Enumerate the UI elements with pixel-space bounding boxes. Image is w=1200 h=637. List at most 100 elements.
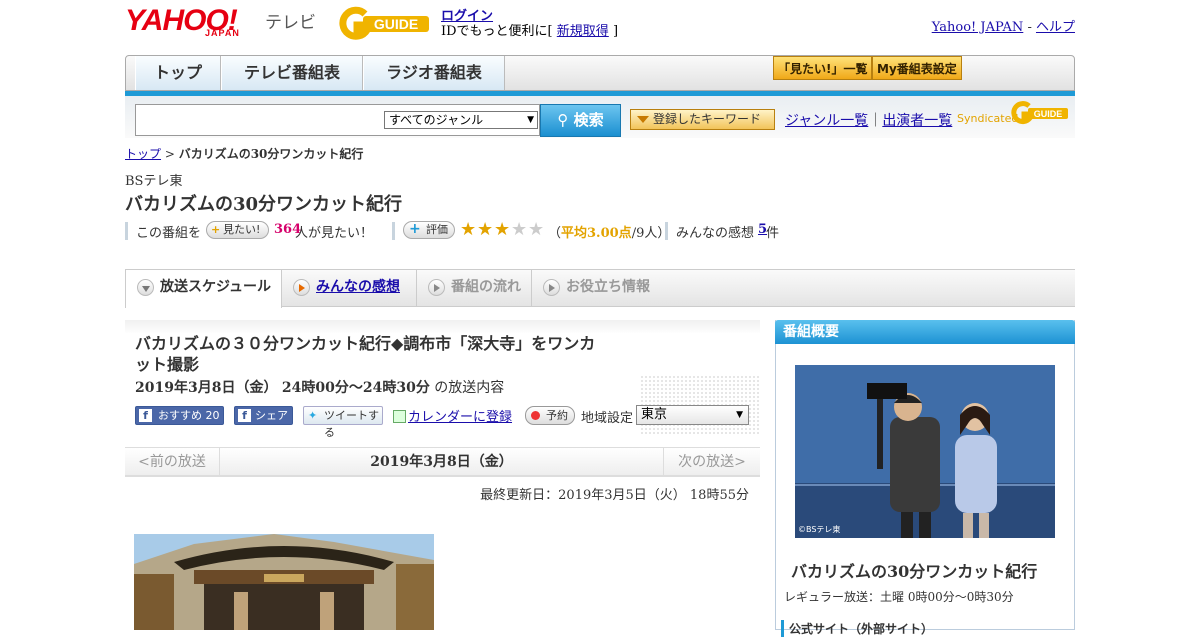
chevron-down-icon: ▼ xyxy=(527,115,534,125)
recommend-count: 20 xyxy=(205,409,220,422)
page-title: バカリズムの30分ワンカット紀行 xyxy=(125,194,403,215)
plus-icon: + xyxy=(409,221,421,237)
next-broadcast-link[interactable]: 次の放送> xyxy=(663,448,760,476)
play-arrow-icon xyxy=(543,279,560,296)
play-arrow-icon xyxy=(293,279,310,296)
chevron-down-icon xyxy=(137,279,154,296)
calendar-register[interactable]: カレンダーに登録 xyxy=(393,406,512,425)
play-arrow-icon xyxy=(428,279,445,296)
top-links-dash: - xyxy=(1023,20,1036,35)
breadcrumb-top-link[interactable]: トップ xyxy=(125,147,161,161)
divider xyxy=(665,222,668,240)
login-sub-suffix: ] xyxy=(612,24,619,39)
episode-suffix: の放送内容 xyxy=(434,380,505,396)
tab-schedule-label: 放送スケジュール xyxy=(160,279,272,295)
tab-reviews[interactable]: みんなの感想 xyxy=(282,270,417,307)
nav-tab-tv-schedule[interactable]: テレビ番組表 xyxy=(221,56,363,90)
tweet-label: ツイートする xyxy=(324,409,379,439)
gguide-logo-text: GUIDE xyxy=(374,16,418,32)
regular-broadcast-info: レギュラー放送：土曜 0時00分～0時30分 xyxy=(784,590,1014,604)
episode-panel: バカリズムの３０分ワンカット紀行◆調布市「深大寺」をワンカット撮影 2019年3… xyxy=(125,320,760,443)
gguide-syndicated-logo: GUIDE xyxy=(1011,101,1068,124)
divider xyxy=(392,222,395,240)
gguide-logo[interactable]: GUIDE xyxy=(335,6,431,40)
official-site-link[interactable]: 公式サイト（外部サイト） xyxy=(781,620,933,637)
search-links: ジャンル一覧｜出演者一覧 xyxy=(785,110,952,130)
sidebar-header: 番組概要 xyxy=(775,320,1075,344)
rating-button[interactable]: + 評価 xyxy=(403,221,455,239)
want-list-button[interactable]: 「見たい!」一覧 xyxy=(773,56,873,80)
divider xyxy=(125,222,128,240)
sidebar-program-title: バカリズムの30分ワンカット紀行 xyxy=(791,562,1038,581)
region-select[interactable]: 東京 ▼ xyxy=(636,405,749,425)
nav-tab-top[interactable]: トップ xyxy=(135,56,221,90)
genre-select-value: すべてのジャンル xyxy=(389,113,484,127)
program-thumbnail-art xyxy=(795,365,1055,538)
tab-schedule[interactable]: 放送スケジュール xyxy=(125,270,282,308)
facebook-icon: f xyxy=(139,409,152,422)
program-overview-sidebar: 番組概要 ©BSテレ東 バカリズムの30分ワンカット紀行 レギュラー放送：土曜 … xyxy=(775,320,1075,637)
search-icon: ⚲ xyxy=(557,111,569,129)
my-schedule-button[interactable]: My番組表設定 xyxy=(872,56,962,80)
rating-score: 平均3.00点 xyxy=(561,226,632,241)
tab-info-label: お役立ち情報 xyxy=(566,279,650,295)
episode-title: バカリズムの３０分ワンカット紀行◆調布市「深大寺」をワンカット撮影 xyxy=(135,334,596,374)
search-links-divider: ｜ xyxy=(868,113,883,129)
want-button[interactable]: + 見たい! xyxy=(206,221,269,239)
program-thumbnail: ©BSテレ東 xyxy=(795,365,1055,538)
prev-broadcast-link[interactable]: <前の放送 xyxy=(125,448,220,476)
gguide-syndicated-logo-text: GUIDE xyxy=(1034,109,1063,119)
breadcrumb: トップ > バカリズムの30分ワンカット紀行 xyxy=(125,145,363,162)
recommend-label: おすすめ xyxy=(158,409,202,422)
performers-list-link[interactable]: 出演者一覧 xyxy=(882,113,952,129)
register-link[interactable]: 新規取得 xyxy=(557,24,609,39)
login-sub: IDでもっと便利に[ 新規取得 ] xyxy=(441,20,618,39)
search-button[interactable]: ⚲ 検索 xyxy=(540,104,621,137)
chevron-down-icon: ▼ xyxy=(736,410,743,420)
region-select-value: 東京 xyxy=(641,407,668,422)
reviews-unit: 件 xyxy=(766,226,780,241)
temple-illustration xyxy=(134,534,434,630)
thumbnail-copyright: ©BSテレ東 xyxy=(798,525,841,534)
episode-time: 24時00分～24時30分 xyxy=(281,380,430,396)
want-button-label: 見たい! xyxy=(223,223,261,236)
current-broadcast-date: 2019年3月8日（金） xyxy=(370,454,513,470)
main-nav: トップ テレビ番組表 ラジオ番組表 「見たい!」一覧 My番組表設定 xyxy=(125,55,1075,91)
facebook-recommend-button[interactable]: f おすすめ 20 xyxy=(135,406,224,425)
yahoo-japan-link[interactable]: Yahoo! JAPAN xyxy=(932,20,1024,35)
rating-stars: ★ ★ ★ ★ ★ xyxy=(460,220,545,240)
facebook-icon: f xyxy=(238,409,251,422)
tab-useful-info[interactable]: お役立ち情報 xyxy=(532,270,667,307)
registered-keyword-button[interactable]: 登録したキーワード xyxy=(630,109,775,130)
want-prefix-text: この番組を xyxy=(136,226,202,241)
facebook-share-button[interactable]: f シェア xyxy=(234,406,293,425)
plus-icon: + xyxy=(211,223,221,236)
tab-reviews-link[interactable]: みんなの感想 xyxy=(316,279,400,295)
rating-row: この番組を + 見たい! 364 人が見たい！ + 評価 ★ ★ ★ ★ ★ （平均3.00… xyxy=(125,220,1075,242)
search-button-label: 検索 xyxy=(573,111,604,129)
star-empty-icon: ★ xyxy=(511,219,528,240)
rating-button-label: 評価 xyxy=(426,223,448,236)
tab-program-flow[interactable]: 番組の流れ xyxy=(417,270,532,307)
star-filled-icon: ★ xyxy=(460,219,477,240)
tweet-button[interactable]: ✦ ツイートする xyxy=(303,406,383,439)
broadcast-date-nav: <前の放送 2019年3月8日（金） 次の放送> xyxy=(125,447,760,477)
syndicated-label: Syndicated xyxy=(957,112,1019,125)
rating-open-paren: （ xyxy=(548,226,562,241)
share-label: シェア xyxy=(255,409,288,422)
nav-tab-radio-schedule[interactable]: ラジオ番組表 xyxy=(363,56,505,90)
channel-name: BSテレ東 xyxy=(125,174,183,189)
episode-datetime: 2019年3月8日（金） 24時00分～24時30分 の放送内容 xyxy=(135,377,504,397)
reserve-button[interactable]: 予約 xyxy=(525,406,575,425)
help-link[interactable]: ヘルプ xyxy=(1036,20,1075,35)
calendar-icon xyxy=(393,410,406,423)
episode-date: 2019年3月8日（金） xyxy=(135,380,278,396)
login-sub-prefix: IDでもっと便利に[ xyxy=(441,24,553,39)
genre-select[interactable]: すべてのジャンル ▼ xyxy=(384,111,538,129)
program-tabs: 放送スケジュール みんなの感想 番組の流れ お役立ち情報 xyxy=(125,269,1075,308)
top-links: Yahoo! JAPAN - ヘルプ xyxy=(932,16,1075,35)
star-filled-icon: ★ xyxy=(477,219,494,240)
genre-list-link[interactable]: ジャンル一覧 xyxy=(785,113,868,129)
calendar-register-link[interactable]: カレンダーに登録 xyxy=(408,410,512,425)
episode-photo xyxy=(134,534,434,630)
